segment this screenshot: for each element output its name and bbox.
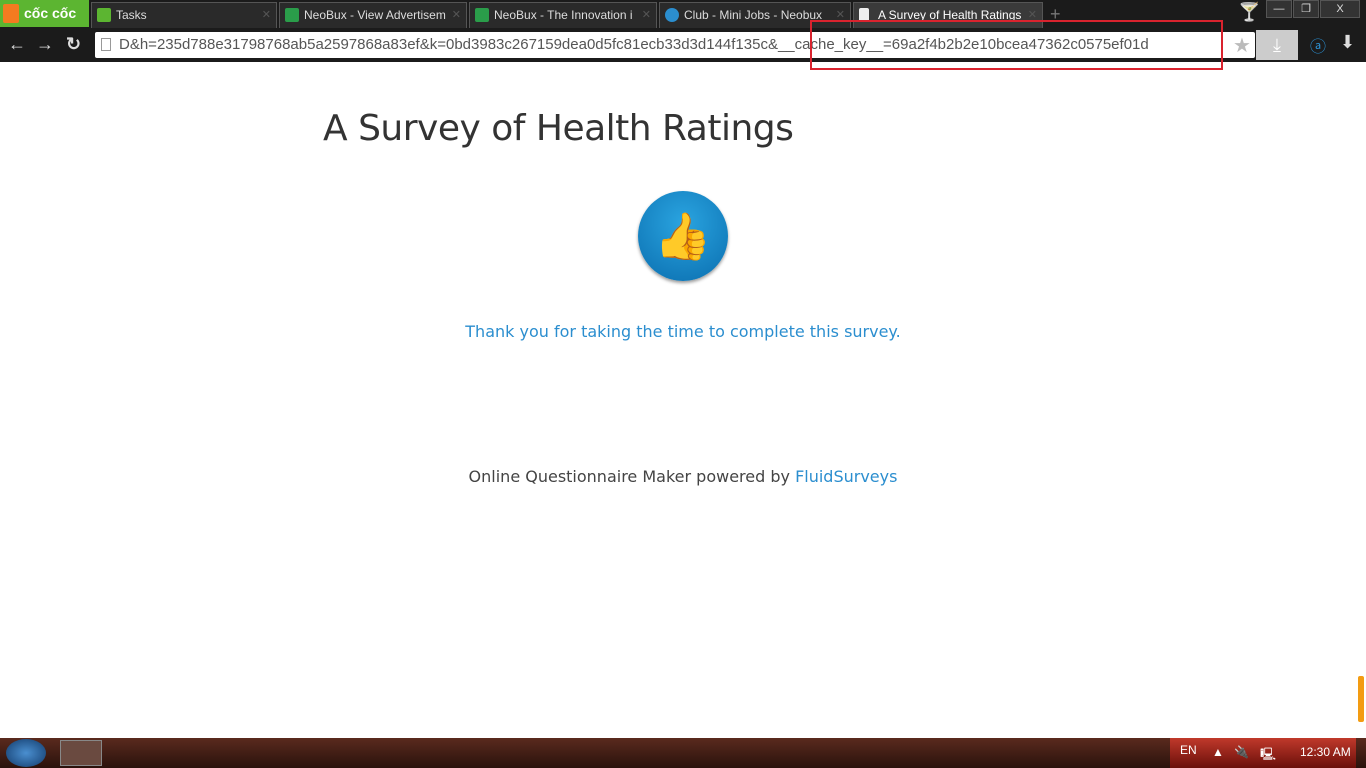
- amazon-extension-icon[interactable]: ⓐ: [1310, 33, 1326, 57]
- back-icon[interactable]: ←: [8, 34, 26, 55]
- footer-text: Online Questionnaire Maker powered by: [468, 467, 796, 486]
- cocktail-icon[interactable]: 🍸: [1238, 2, 1260, 23]
- bookmark-star-icon[interactable]: ★: [1233, 33, 1251, 58]
- clock[interactable]: 12:30 AM: [1300, 745, 1351, 759]
- minimize-button[interactable]: —: [1266, 0, 1292, 18]
- fluidsurveys-link[interactable]: FluidSurveys: [795, 467, 897, 486]
- restore-button[interactable]: ❐: [1293, 0, 1319, 18]
- club-icon: [665, 8, 679, 22]
- taskbar-coccoc[interactable]: [60, 740, 102, 766]
- thumbs-up-icon: 👍: [638, 191, 728, 281]
- tab-label: NeoBux - The Innovation i: [494, 8, 633, 22]
- tab-neobux-view[interactable]: NeoBux - View Advertisem ✕: [279, 2, 467, 28]
- reload-icon[interactable]: ↻: [66, 34, 81, 55]
- network-icon[interactable]: 🖳: [1260, 745, 1276, 766]
- tab-neobux-innovation[interactable]: NeoBux - The Innovation i ✕: [469, 2, 657, 28]
- show-hidden-icons[interactable]: ▲: [1212, 745, 1224, 759]
- footer: Online Questionnaire Maker powered by Fl…: [0, 467, 1366, 486]
- forward-icon[interactable]: →: [36, 34, 54, 55]
- language-indicator[interactable]: EN: [1180, 743, 1197, 757]
- scroll-indicator[interactable]: [1358, 676, 1364, 722]
- start-button[interactable]: [6, 739, 46, 767]
- close-button[interactable]: X: [1320, 0, 1360, 18]
- download-icon[interactable]: ⬇: [1340, 32, 1355, 53]
- thank-you-message: Thank you for taking the time to complet…: [465, 322, 901, 341]
- coccoc-logo[interactable]: cốc cốc: [0, 0, 89, 27]
- tab-label: Club - Mini Jobs - Neobux: [684, 8, 823, 22]
- close-tab-icon[interactable]: ✕: [262, 3, 271, 27]
- close-tab-icon[interactable]: ✕: [452, 3, 461, 27]
- tasks-icon: [97, 8, 111, 22]
- download-page-button[interactable]: ⤓: [1256, 30, 1298, 60]
- tab-tasks[interactable]: Tasks ✕: [91, 2, 277, 28]
- close-tab-icon[interactable]: ✕: [642, 3, 651, 27]
- highlight-box: [810, 20, 1223, 70]
- page-icon: [101, 38, 111, 51]
- system-tray: EN ▲ 🔌 🖳 12:30 AM: [1170, 738, 1356, 768]
- neobux-icon: [285, 8, 299, 22]
- neobux-icon: [475, 8, 489, 22]
- power-icon[interactable]: 🔌: [1234, 745, 1249, 759]
- page-title: A Survey of Health Ratings: [323, 108, 794, 149]
- tab-label: Tasks: [116, 8, 147, 22]
- tab-label: NeoBux - View Advertisem: [304, 8, 446, 22]
- taskbar: EN ▲ 🔌 🖳 12:30 AM: [0, 738, 1366, 768]
